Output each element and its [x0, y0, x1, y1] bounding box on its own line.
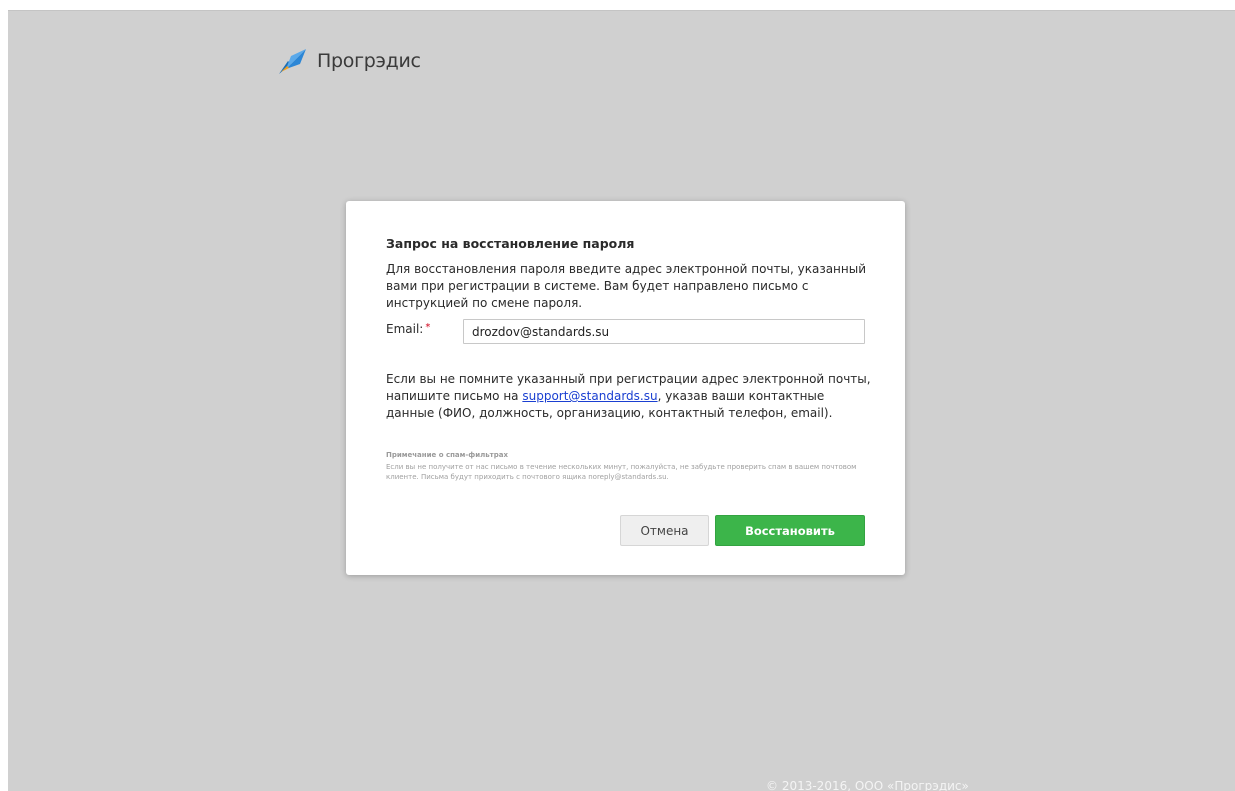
required-mark: *	[425, 322, 431, 333]
help-text: Если вы не помните указанный при регистр…	[386, 371, 876, 422]
rocket-icon	[279, 49, 306, 74]
email-label-text: Email:	[386, 322, 424, 336]
password-recovery-dialog: Запрос на восстановление пароля Для восс…	[346, 201, 905, 575]
support-email-link[interactable]: support@standards.su	[522, 389, 657, 403]
spam-note-text: Если вы не получите от нас письмо в тече…	[386, 463, 857, 481]
spam-note-title: Примечание о спам-фильтрах	[386, 451, 508, 459]
dialog-title: Запрос на восстановление пароля	[386, 236, 635, 251]
logo[interactable]: Прогрэдис	[277, 46, 421, 76]
cancel-button[interactable]: Отмена	[620, 515, 709, 546]
dialog-description: Для восстановления пароля введите адрес …	[386, 262, 867, 310]
logo-text: Прогрэдис	[317, 50, 421, 72]
email-field[interactable]	[463, 319, 865, 344]
restore-button[interactable]: Восстановить	[715, 515, 865, 546]
footer-copyright: © 2013-2016, ООО «Прогрэдис»	[766, 779, 969, 791]
email-label: Email: *	[386, 322, 430, 336]
